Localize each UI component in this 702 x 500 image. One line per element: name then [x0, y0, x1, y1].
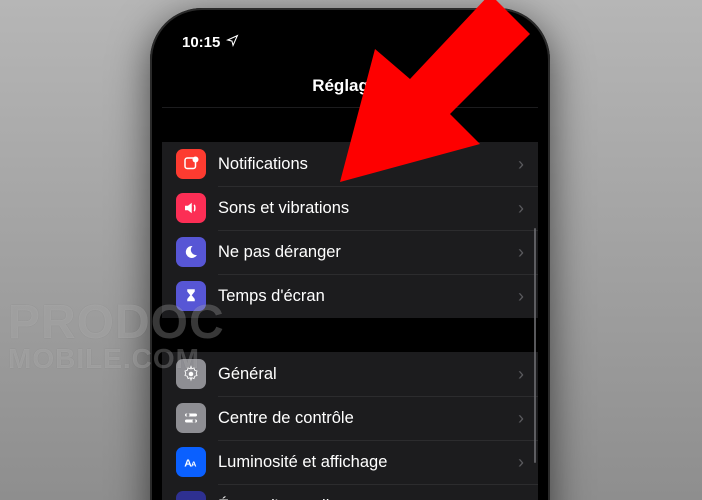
chevron-right-icon: › [518, 496, 524, 500]
chevron-right-icon: › [518, 198, 524, 219]
wifi-icon [471, 36, 487, 48]
phone-frame: 10:15 Réglages [150, 8, 550, 500]
chevron-right-icon: › [518, 154, 524, 175]
chevron-right-icon: › [518, 364, 524, 385]
phone-screen: 10:15 Réglages [162, 20, 538, 500]
row-dnd[interactable]: Ne pas déranger › [162, 230, 538, 274]
sounds-icon [176, 193, 206, 223]
controlcenter-icon [176, 403, 206, 433]
settings-list[interactable]: Notifications › Sons et vibrations › Ne … [162, 108, 538, 500]
chevron-right-icon: › [518, 286, 524, 307]
row-homescreen[interactable]: Écran d'accueil › [162, 484, 538, 500]
row-label: Sons et vibrations [218, 199, 518, 218]
row-label: Général [218, 365, 518, 384]
scroll-indicator [534, 228, 537, 463]
chevron-right-icon: › [518, 452, 524, 473]
display-icon: AA [176, 447, 206, 477]
page-title: Réglages [312, 76, 388, 96]
dnd-icon [176, 237, 206, 267]
homescreen-icon [176, 491, 206, 500]
settings-group-1: Notifications › Sons et vibrations › Ne … [162, 142, 538, 318]
row-label: Luminosité et affichage [218, 453, 518, 472]
status-time: 10:15 [182, 34, 220, 51]
row-label: Temps d'écran [218, 287, 518, 306]
chevron-right-icon: › [518, 408, 524, 429]
row-display[interactable]: AA Luminosité et affichage › [162, 440, 538, 484]
row-label: Écran d'accueil [218, 497, 518, 500]
battery-icon [492, 36, 518, 48]
row-controlcenter[interactable]: Centre de contrôle › [162, 396, 538, 440]
svg-text:A: A [191, 460, 197, 469]
screentime-icon [176, 281, 206, 311]
row-notifications[interactable]: Notifications › [162, 142, 538, 186]
row-label: Ne pas déranger [218, 243, 518, 262]
row-screentime[interactable]: Temps d'écran › [162, 274, 538, 318]
location-icon [226, 34, 239, 51]
row-label: Centre de contrôle [218, 409, 518, 428]
signal-icon [448, 36, 466, 48]
notifications-icon [176, 149, 206, 179]
row-general[interactable]: Général › [162, 352, 538, 396]
row-sounds[interactable]: Sons et vibrations › [162, 186, 538, 230]
general-icon [176, 359, 206, 389]
chevron-right-icon: › [518, 242, 524, 263]
notch [260, 20, 440, 48]
settings-group-2: Général › Centre de contrôle › AA Lumino… [162, 352, 538, 500]
page-header: Réglages [162, 64, 538, 108]
row-label: Notifications [218, 155, 518, 174]
